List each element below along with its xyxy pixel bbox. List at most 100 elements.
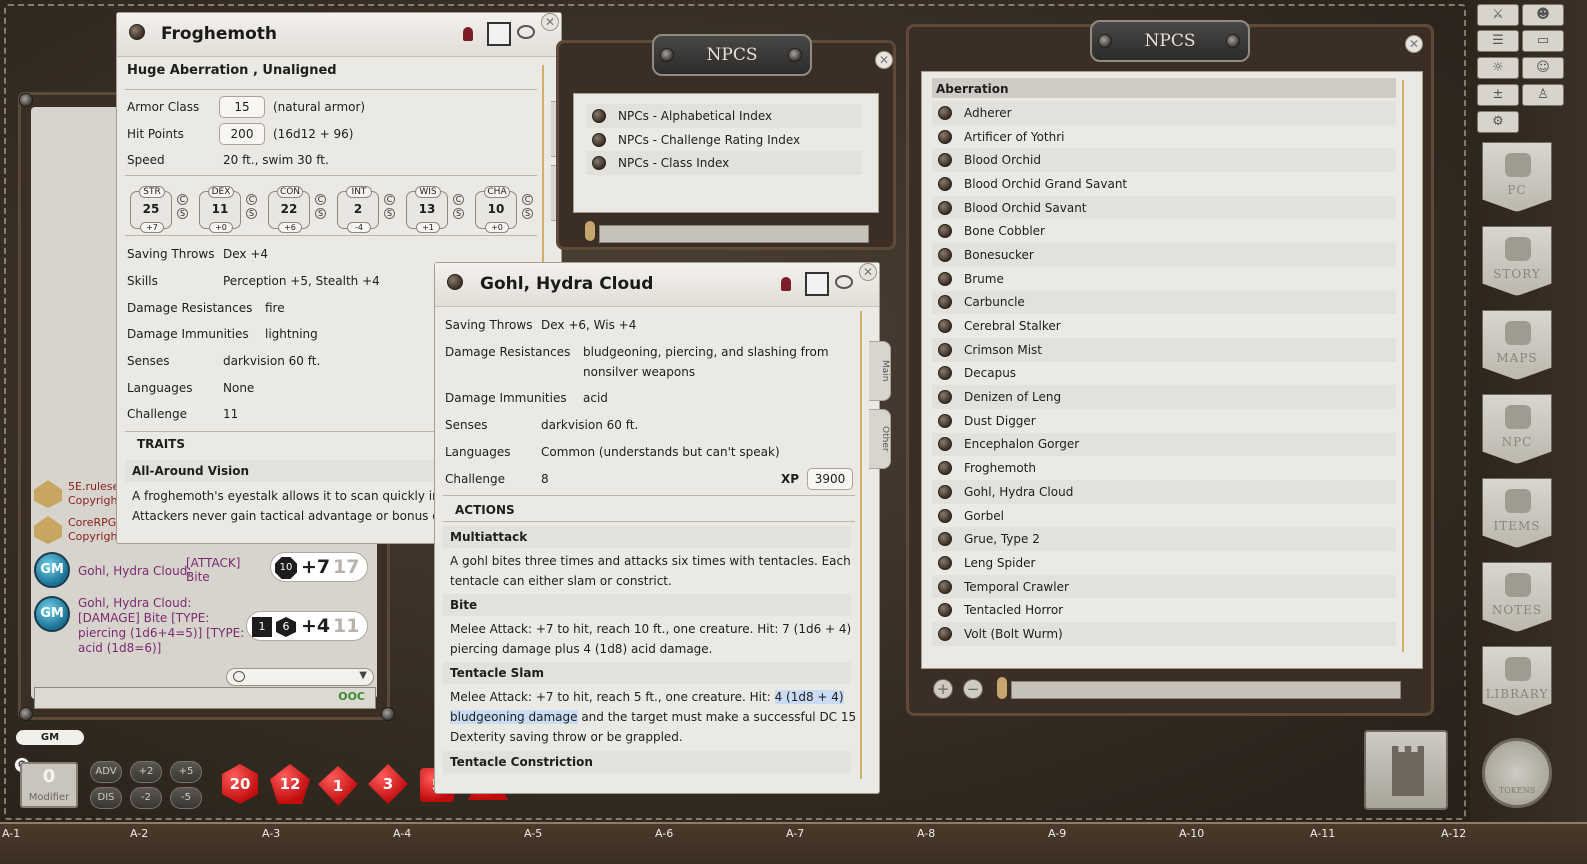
window-titlebar[interactable]: Froghemoth ✕ bbox=[117, 13, 561, 57]
link-icon[interactable] bbox=[938, 555, 952, 570]
sidebar-items-button[interactable]: ITEMS bbox=[1482, 478, 1552, 548]
list-item[interactable]: Tentacled Horror bbox=[932, 598, 1396, 622]
check-button[interactable]: C bbox=[522, 194, 533, 205]
check-button[interactable]: C bbox=[384, 194, 395, 205]
link-icon[interactable] bbox=[938, 224, 952, 239]
save-button[interactable]: S bbox=[246, 208, 257, 219]
sidebar-library-button[interactable]: LIBRARY bbox=[1482, 646, 1552, 716]
modifier-box[interactable]: 0 Modifier bbox=[20, 762, 78, 808]
link-icon[interactable] bbox=[938, 603, 952, 618]
castle-button[interactable] bbox=[1364, 730, 1448, 810]
speech-icon[interactable] bbox=[835, 275, 853, 289]
list-item[interactable]: Blood Orchid bbox=[932, 148, 1396, 173]
list-item[interactable]: Dust Digger bbox=[932, 409, 1396, 433]
plus-five-button[interactable]: +5 bbox=[170, 761, 202, 783]
add-icon[interactable]: + bbox=[933, 679, 953, 699]
portrait-icon[interactable] bbox=[487, 22, 511, 46]
tokens-button[interactable]: TOKENS bbox=[1482, 738, 1552, 808]
list-item[interactable]: Adherer bbox=[932, 101, 1396, 125]
save-button[interactable]: S bbox=[315, 208, 326, 219]
save-button[interactable]: S bbox=[453, 208, 464, 219]
link-icon[interactable] bbox=[938, 437, 952, 452]
list-item[interactable]: Bone Cobbler bbox=[932, 219, 1396, 243]
minus-two-button[interactable]: -2 bbox=[130, 787, 162, 809]
sidebar-story-button[interactable]: STORY bbox=[1482, 226, 1552, 296]
list-item[interactable]: Froghemoth bbox=[932, 456, 1396, 480]
close-icon[interactable]: ✕ bbox=[875, 51, 893, 69]
list-item[interactable]: Gohl, Hydra Cloud bbox=[932, 480, 1396, 504]
lock-icon[interactable] bbox=[463, 27, 473, 41]
ooc-toggle[interactable]: OOC bbox=[338, 690, 365, 703]
module-name[interactable]: 5E.rulese bbox=[68, 480, 119, 493]
list-item[interactable]: Artificer of Yothri bbox=[932, 125, 1396, 149]
check-button[interactable]: C bbox=[177, 194, 188, 205]
card-icon[interactable]: ▭ bbox=[1522, 30, 1564, 52]
list-item[interactable]: Gorbel bbox=[932, 504, 1396, 528]
link-icon[interactable] bbox=[938, 626, 952, 641]
link-icon[interactable] bbox=[938, 271, 952, 286]
link-icon[interactable] bbox=[938, 153, 952, 168]
sidebar-npc-button[interactable]: NPC bbox=[1482, 394, 1552, 464]
filter-input[interactable] bbox=[599, 225, 869, 243]
link-icon[interactable] bbox=[938, 508, 952, 523]
list-item[interactable]: Temporal Crawler bbox=[932, 574, 1396, 599]
chat-mode-dropdown[interactable]: ▼ bbox=[226, 668, 374, 686]
sidebar-pc-button[interactable]: PC bbox=[1482, 142, 1552, 212]
list-item[interactable]: Encephalon Gorger bbox=[932, 432, 1396, 457]
save-button[interactable]: S bbox=[177, 208, 188, 219]
scrollbar[interactable] bbox=[860, 311, 862, 779]
close-icon[interactable]: ✕ bbox=[859, 263, 877, 281]
damage-roll-link[interactable]: 4 (1d8 + 4) bbox=[774, 690, 844, 704]
lock-icon[interactable] bbox=[781, 277, 791, 291]
list-item[interactable]: Cerebral Stalker bbox=[932, 314, 1396, 338]
link-icon[interactable] bbox=[938, 579, 952, 594]
sidebar-notes-button[interactable]: NOTES bbox=[1482, 562, 1552, 632]
link-icon[interactable] bbox=[592, 156, 606, 171]
list-item[interactable]: Denizen of Leng bbox=[932, 385, 1396, 409]
plus-minus-icon[interactable]: ± bbox=[1477, 84, 1519, 106]
list-item[interactable]: Blood Orchid Grand Savant bbox=[932, 172, 1396, 196]
filter-input[interactable] bbox=[1011, 681, 1401, 699]
party-icon[interactable]: ☻ bbox=[1522, 4, 1564, 26]
save-button[interactable]: S bbox=[384, 208, 395, 219]
npc-group-header[interactable]: Aberration bbox=[932, 78, 1396, 98]
scrollbar[interactable] bbox=[1402, 80, 1404, 652]
list-item[interactable]: Blood Orchid Savant bbox=[932, 195, 1396, 220]
link-icon[interactable] bbox=[938, 105, 952, 120]
link-icon[interactable] bbox=[938, 413, 952, 428]
list-item[interactable]: Leng Spider bbox=[932, 551, 1396, 575]
speech-icon[interactable] bbox=[517, 25, 535, 39]
link-icon[interactable] bbox=[938, 247, 952, 262]
list-item[interactable]: Bonesucker bbox=[932, 243, 1396, 267]
remove-icon[interactable]: − bbox=[963, 679, 983, 699]
list-item[interactable]: Grue, Type 2 bbox=[932, 527, 1396, 552]
link-icon[interactable] bbox=[938, 129, 952, 144]
identity-badge[interactable]: GM bbox=[16, 730, 84, 745]
window-titlebar[interactable]: Gohl, Hydra Cloud ✕ bbox=[435, 263, 879, 307]
list-item[interactable]: NPCs - Class Index bbox=[586, 151, 862, 176]
ability-str[interactable]: STR 25 +7 bbox=[130, 186, 172, 233]
person-icon[interactable]: ♙ bbox=[1522, 84, 1564, 106]
link-icon[interactable] bbox=[938, 366, 952, 381]
list-item[interactable]: Brume bbox=[932, 267, 1396, 291]
ability-int[interactable]: INT 2 -4 bbox=[337, 186, 379, 233]
roll-result-pill[interactable]: 1 6 +4 11 bbox=[246, 611, 368, 641]
link-icon[interactable] bbox=[938, 532, 952, 547]
close-icon[interactable]: ✕ bbox=[1405, 35, 1423, 53]
magnifier-icon[interactable] bbox=[997, 677, 1007, 699]
link-icon[interactable] bbox=[938, 390, 952, 405]
mask-icon[interactable]: ☺ bbox=[1522, 57, 1564, 79]
swords-icon[interactable]: ⚔ bbox=[1477, 4, 1519, 26]
link-icon[interactable] bbox=[592, 108, 606, 123]
link-icon[interactable] bbox=[938, 176, 952, 191]
ac-field[interactable]: 15 bbox=[219, 96, 265, 118]
link-icon[interactable] bbox=[938, 200, 952, 215]
token-icon[interactable] bbox=[447, 274, 463, 290]
token-icon[interactable] bbox=[129, 24, 145, 40]
ability-wis[interactable]: WIS 13 +1 bbox=[406, 186, 448, 233]
list-icon[interactable]: ☰ bbox=[1477, 30, 1519, 52]
list-item[interactable]: NPCs - Alphabetical Index bbox=[586, 104, 862, 128]
disadvantage-button[interactable]: DIS bbox=[90, 787, 122, 809]
check-button[interactable]: C bbox=[315, 194, 326, 205]
time-icon[interactable]: ☼ bbox=[1477, 57, 1519, 79]
